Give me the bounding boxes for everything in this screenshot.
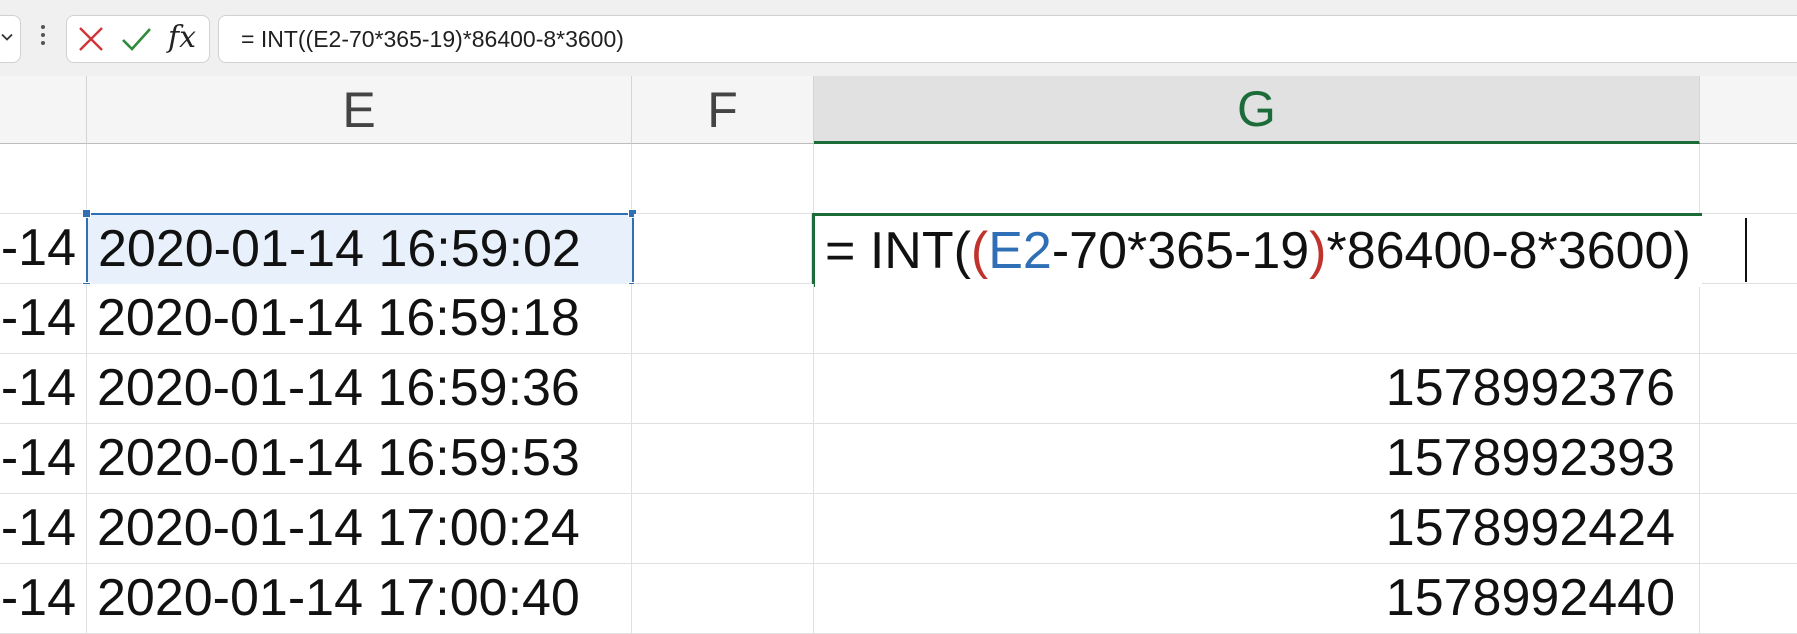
column-header-g[interactable]: G — [814, 76, 1700, 144]
cell-g2-editor[interactable]: = INT((E2-70*365-19)*86400-8*3600) — [812, 213, 1702, 287]
formula-input[interactable]: = INT((E2-70*365-19)*86400-8*3600) — [218, 15, 1797, 63]
cell-g4[interactable]: 1578992376 — [814, 354, 1700, 424]
cell-g2-formula: = INT((E2-70*365-19)*86400-8*3600) — [825, 222, 1691, 280]
check-icon[interactable] — [120, 23, 152, 55]
cell-f3[interactable] — [632, 284, 814, 354]
cell-e4[interactable]: 2020-01-14 16:59:36 — [87, 354, 632, 424]
cell-g1[interactable] — [814, 144, 1700, 214]
cell-e5[interactable]: 2020-01-14 16:59:53 — [87, 424, 632, 494]
cell-f5[interactable] — [632, 424, 814, 494]
cell-d2[interactable]: -14 — [0, 214, 87, 284]
cell-d7[interactable]: -14 — [0, 564, 87, 634]
cell-h4[interactable] — [1700, 354, 1797, 424]
column-header-e[interactable]: E — [87, 76, 632, 144]
cell-f2[interactable] — [634, 214, 812, 284]
formula-actions: fx — [66, 15, 210, 63]
range-handle[interactable] — [82, 209, 91, 218]
cell-f4[interactable] — [632, 354, 814, 424]
cell-f6[interactable] — [632, 494, 814, 564]
cell-d1[interactable] — [0, 144, 87, 214]
cell-e3[interactable]: 2020-01-14 16:59:18 — [87, 284, 632, 354]
column-header-f[interactable]: F — [632, 76, 814, 144]
insert-function-button[interactable]: fx — [168, 22, 200, 54]
cell-h5[interactable] — [1700, 424, 1797, 494]
cell-e2[interactable]: 2020-01-14 16:59:02 — [86, 213, 634, 287]
cell-h6[interactable] — [1700, 494, 1797, 564]
cell-d4[interactable]: -14 — [0, 354, 87, 424]
cell-h1[interactable] — [1700, 144, 1797, 214]
vertical-dots-icon[interactable] — [38, 25, 48, 51]
cell-e6[interactable]: 2020-01-14 17:00:24 — [87, 494, 632, 564]
cell-h2[interactable] — [1700, 214, 1797, 284]
column-header-d[interactable] — [0, 76, 87, 144]
cell-h7[interactable] — [1700, 564, 1797, 634]
formula-text: = INT((E2-70*365-19)*86400-8*3600) — [241, 26, 624, 52]
chevron-down-icon[interactable] — [1, 31, 13, 43]
cell-e1[interactable] — [87, 144, 632, 214]
cell-g5[interactable]: 1578992393 — [814, 424, 1700, 494]
cell-e7[interactable]: 2020-01-14 17:00:40 — [87, 564, 632, 634]
cell-d6[interactable]: -14 — [0, 494, 87, 564]
cell-g3[interactable] — [814, 287, 1700, 354]
column-header-h[interactable] — [1700, 76, 1797, 144]
cell-h3[interactable] — [1700, 284, 1797, 354]
close-icon[interactable] — [75, 23, 107, 55]
cell-g7[interactable]: 1578992440 — [814, 564, 1700, 634]
text-cursor — [1745, 218, 1747, 282]
cell-g6[interactable]: 1578992424 — [814, 494, 1700, 564]
cell-f7[interactable] — [632, 564, 814, 634]
cell-f1[interactable] — [632, 144, 814, 214]
cell-d3[interactable]: -14 — [0, 284, 87, 354]
formula-bar: fx = INT((E2-70*365-19)*86400-8*3600) — [0, 0, 1797, 76]
cell-d5[interactable]: -14 — [0, 424, 87, 494]
